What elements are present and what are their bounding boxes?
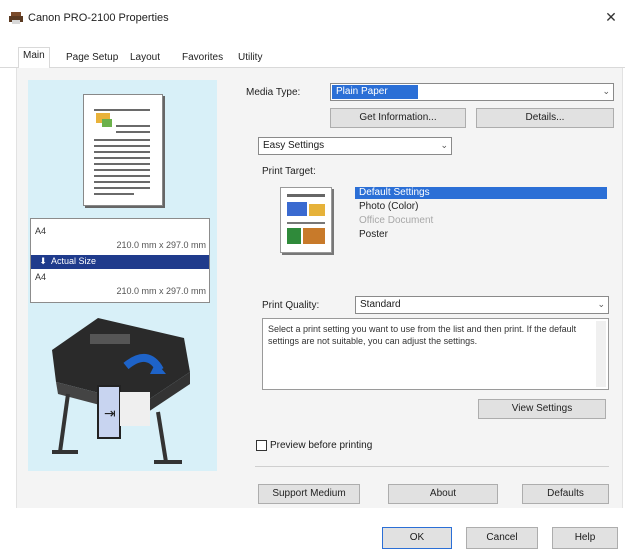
chevron-down-icon: ⌄ [597,299,605,309]
print-target-office-document: Office Document [359,215,434,226]
svg-text:⇥: ⇥ [104,406,116,422]
media-type-label: Media Type: [246,87,301,98]
support-button[interactable]: Support Medium [258,484,360,504]
ok-button[interactable]: OK [382,527,452,549]
media-type-value: Plain Paper [332,85,418,99]
arrow-down-icon: ⬇ [39,256,47,266]
output-size-label: A4 [35,272,47,282]
easy-settings-value: Easy Settings [263,140,325,151]
media-details-button[interactable]: Details... [476,108,614,128]
print-quality-value: Standard [360,299,401,310]
title-bar: Canon PRO-2100 Properties ✕ [0,0,625,38]
close-button[interactable]: ✕ [603,8,619,26]
print-target-preview [280,187,332,253]
close-icon: ✕ [605,9,617,25]
easy-settings-select[interactable]: Easy Settings ⌄ [258,137,452,155]
original-size-row: A4 [31,225,209,239]
original-size-dim-row: 210.0 mm x 297.0 mm [31,239,209,253]
print-target-list: Default Settings Photo (Color) Office Do… [355,185,607,255]
printer-illustration: ⇥ [38,312,210,468]
printer-app-icon [9,12,23,24]
about-button[interactable]: About [388,484,498,504]
tab-page-setup[interactable]: Page Setup [62,50,122,68]
description-scrollbar[interactable] [596,321,606,387]
chevron-down-icon: ⌄ [440,140,448,150]
chevron-down-icon: ⌄ [602,86,610,96]
description-text: Select a print setting you want to use f… [268,324,577,346]
print-target-poster[interactable]: Poster [355,229,388,241]
get-information-button[interactable]: Get Information... [330,108,466,128]
window-title: Canon PRO-2100 Properties [28,12,169,24]
print-quality-label: Print Quality: [262,300,320,311]
output-size-dim-row: 210.0 mm x 297.0 mm [31,285,209,299]
tab-utility[interactable]: Utility [234,50,266,68]
divider [255,466,609,467]
print-target-photo[interactable]: Photo (Color) [355,201,418,213]
media-type-select[interactable]: Plain Paper ⌄ [330,83,614,101]
print-quality-select[interactable]: Standard ⌄ [355,296,609,314]
original-size-label: A4 [35,226,47,236]
scaling-row: ⬇ Actual Size [31,255,209,269]
output-size-row: A4 [31,271,209,285]
tab-favorites[interactable]: Favorites [178,50,227,68]
thumbnail-image-icon [102,119,112,127]
paper-preview [83,94,163,206]
output-size-dim: 210.0 mm x 297.0 mm [116,286,206,296]
help-button[interactable]: Help [552,527,618,549]
original-size-dim: 210.0 mm x 297.0 mm [116,240,206,250]
defaults-button[interactable]: Defaults [522,484,609,504]
paper-size-info: A4 210.0 mm x 297.0 mm ⬇ Actual Size A4 2… [30,218,210,303]
scaling-label: Actual Size [51,256,97,266]
description-box: Select a print setting you want to use f… [262,318,609,390]
preview-before-printing-label[interactable]: Preview before printing [270,440,372,451]
preview-before-printing-checkbox[interactable] [256,440,267,451]
print-target-label: Print Target: [262,166,316,177]
print-target-default-settings[interactable]: Default Settings [355,187,607,199]
tab-bar: Main Page Setup Layout Favorites Utility [0,38,625,69]
cancel-button[interactable]: Cancel [466,527,538,549]
tab-main[interactable]: Main [18,47,50,69]
tab-layout[interactable]: Layout [126,50,164,68]
view-settings-button[interactable]: View Settings [478,399,606,419]
